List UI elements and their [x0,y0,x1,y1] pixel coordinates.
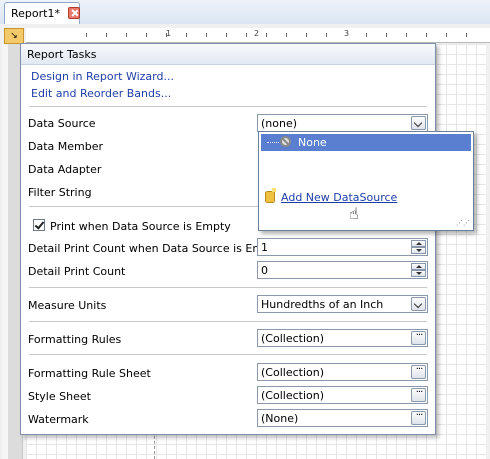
report-tab[interactable]: Report1* [4,2,80,24]
filter-string-label: Filter String [28,186,92,199]
formatting-rule-sheet-label: Formatting Rule Sheet [28,367,151,380]
panel-title: Report Tasks [27,48,97,61]
ellipsis-button[interactable]: ··· [411,330,426,345]
edit-bands-link[interactable]: Edit and Reorder Bands... [31,87,171,100]
checkmark-icon [34,219,45,230]
ellipsis-button[interactable]: ··· [411,387,426,402]
data-member-label: Data Member [28,140,104,153]
print-when-empty-label[interactable]: Print when Data Source is Empty [50,220,231,233]
detail-count-empty-value: 1 [261,241,268,254]
watermark-label: Watermark [28,413,89,426]
detail-count-label: Detail Print Count [28,265,126,278]
document-tab-strip: Report1* [0,0,490,25]
ruler-label-1: 1 [166,29,172,38]
none-icon [280,136,291,147]
detail-count-spinner[interactable]: 0 [257,261,428,279]
tree-line [267,142,279,143]
print-when-empty-checkbox[interactable] [33,219,45,231]
formatting-rules-value: (Collection) [261,332,324,345]
ellipsis-button[interactable]: ··· [411,410,426,425]
data-source-dropdown[interactable]: (none) [257,114,428,132]
report-tasks-panel: Report Tasks Design in Report Wizard... … [20,43,436,435]
formatting-rules-label: Formatting Rules [28,333,122,346]
data-source-label: Data Source [28,117,96,130]
spin-up-icon[interactable] [411,240,426,247]
ruler-label-2: 2 [254,29,260,38]
database-icon [265,188,276,203]
divider [29,287,427,288]
measure-units-value: Hundredths of an Inch [261,298,384,311]
divider [29,106,427,107]
smart-tag-button[interactable]: ↘ [4,28,24,44]
spin-down-icon[interactable] [411,270,426,277]
datasource-none-item[interactable]: None [261,134,471,151]
detail-count-empty-label: Detail Print Count when Data Source is E… [28,242,281,255]
divider [29,354,427,355]
divider [29,321,427,322]
ellipsis-button[interactable]: ··· [411,364,426,379]
formatting-rule-sheet-value: (Collection) [261,366,324,379]
style-sheet-label: Style Sheet [28,390,91,403]
data-adapter-label: Data Adapter [28,163,102,176]
detail-count-value: 0 [261,264,268,277]
datasource-popup: None Add New DataSource ☝ ⋰⋰ [258,131,474,231]
datasource-none-label: None [298,136,327,149]
measure-units-dropdown[interactable]: Hundredths of an Inch [257,295,428,313]
watermark-field[interactable]: (None) ··· [257,409,428,427]
style-sheet-field[interactable]: (Collection) ··· [257,386,428,404]
horizontal-ruler: 1 2 3 [26,28,490,43]
chevron-down-icon[interactable] [411,116,426,130]
resize-grip-icon[interactable]: ⋰⋰ [456,220,470,227]
ruler-label-3: 3 [344,29,350,38]
formatting-rule-sheet-field[interactable]: (Collection) ··· [257,363,428,381]
formatting-rules-field[interactable]: (Collection) ··· [257,329,428,347]
watermark-value: (None) [261,412,299,425]
report-tab-label: Report1* [11,7,60,20]
hand-cursor-icon: ☝ [349,204,359,223]
chevron-down-icon[interactable] [411,297,426,311]
add-new-datasource-link[interactable]: Add New DataSource [281,191,397,204]
design-wizard-link[interactable]: Design in Report Wizard... [31,70,174,83]
spin-down-icon[interactable] [411,247,426,254]
measure-units-label: Measure Units [28,299,107,312]
style-sheet-value: (Collection) [261,389,324,402]
panel-header: Report Tasks [21,44,435,65]
detail-count-empty-spinner[interactable]: 1 [257,238,428,256]
close-tab-icon[interactable] [68,7,80,19]
data-source-value: (none) [261,117,298,130]
spin-up-icon[interactable] [411,263,426,270]
